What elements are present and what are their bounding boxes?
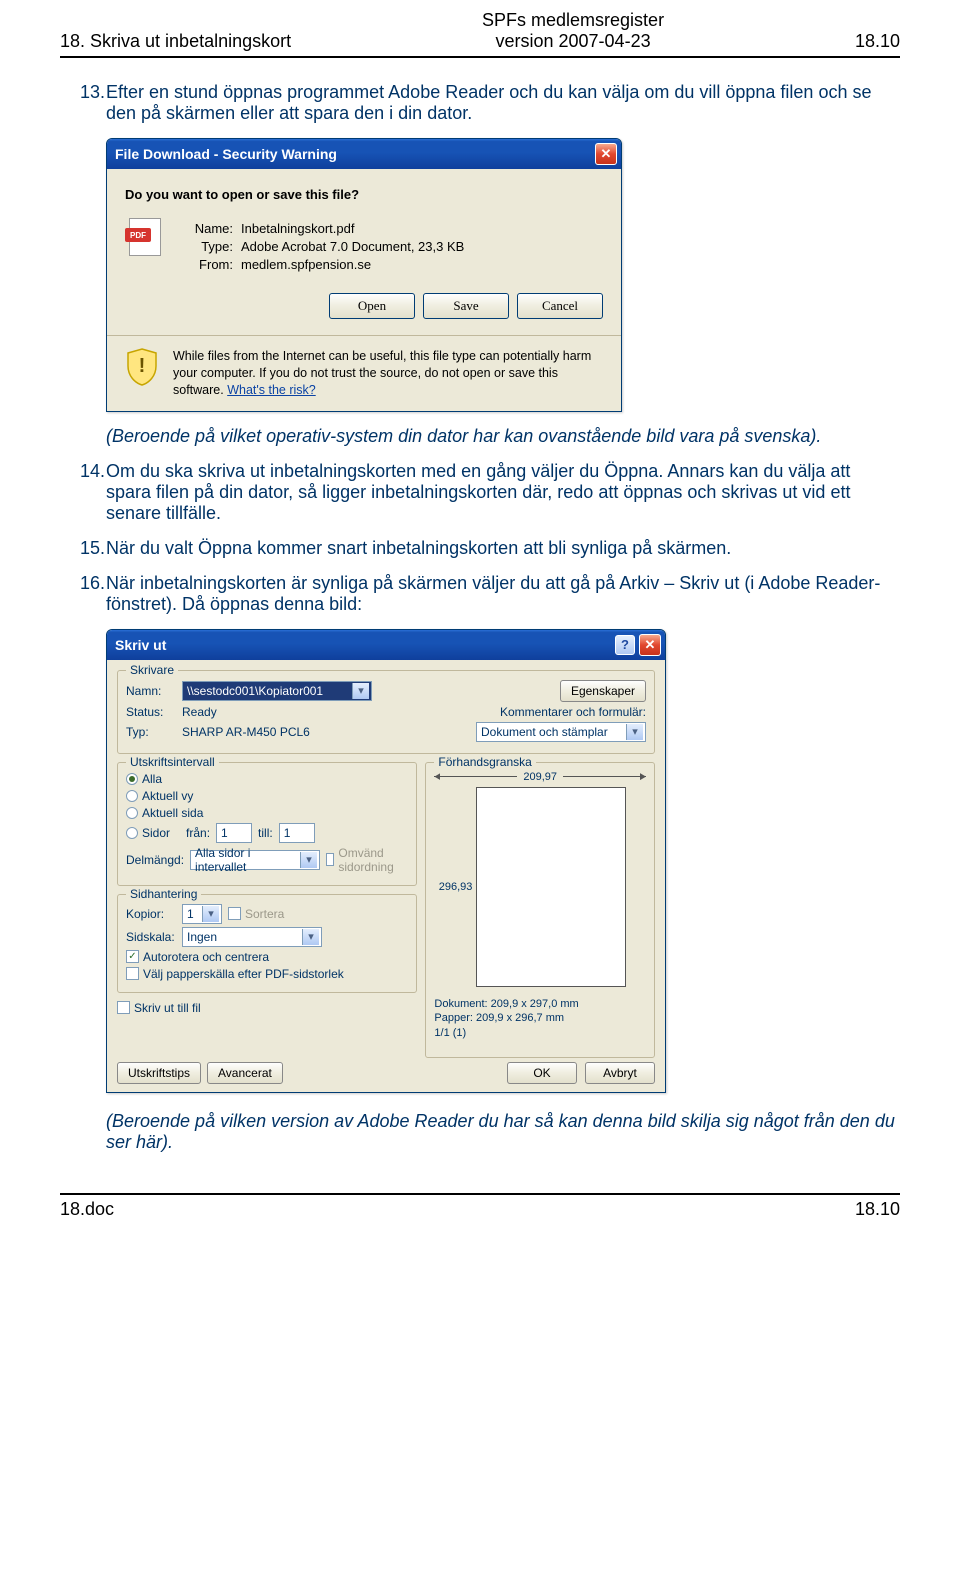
header-center-line1: SPFs medlemsregister [291, 10, 855, 31]
header-center-line2: version 2007-04-23 [291, 31, 855, 52]
to-field[interactable]: 1 [279, 823, 315, 843]
name-value: Inbetalningskort.pdf [241, 221, 354, 236]
item-13: 13. Efter en stund öppnas programmet Ado… [80, 82, 900, 124]
preview-height: 296,93 [434, 881, 472, 893]
dialog-question: Do you want to open or save this file? [125, 187, 603, 202]
page-indicator: 1/1 (1) [434, 1026, 578, 1041]
subset-select[interactable]: Alla sidor i intervallet [190, 850, 320, 870]
print-to-file-checkbox[interactable]: Skriv ut till fil [117, 1001, 201, 1015]
whats-the-risk-link[interactable]: What's the risk? [227, 383, 316, 397]
radio-current-view[interactable]: Aktuell vy [126, 789, 193, 803]
range-group: Utskriftsintervall Alla Aktuell vy Aktue… [117, 762, 417, 886]
scale-select[interactable]: Ingen [182, 927, 322, 947]
dialog-titlebar[interactable]: File Download - Security Warning ✕ [107, 139, 621, 169]
name-label: Name: [177, 221, 233, 236]
printer-status-value: Ready [182, 705, 217, 719]
print-dialog-titlebar[interactable]: Skriv ut ? ✕ [107, 630, 665, 660]
printer-type-value: SHARP AR-M450 PCL6 [182, 725, 310, 739]
type-label: Type: [177, 239, 233, 254]
footer-left: 18.doc [60, 1199, 114, 1220]
printer-group: Skrivare Namn: \\sestodc001\Kopiator001 … [117, 670, 655, 754]
reverse-checkbox[interactable]: Omvänd sidordning [326, 846, 398, 874]
radio-all[interactable]: Alla [126, 772, 162, 786]
preview-group: Förhandsgranska 209,97 296,93 [425, 762, 655, 1059]
os-note: (Beroende på vilket operativ-system din … [106, 426, 900, 447]
comments-select[interactable]: Dokument och stämplar [476, 722, 646, 742]
version-note: (Beroende på vilken version av Adobe Rea… [106, 1111, 900, 1153]
printer-type-label: Typ: [126, 725, 176, 739]
comments-label: Kommentarer och formulär: [500, 705, 646, 719]
doc-header: 18. Skriva ut inbetalningskort SPFs medl… [60, 10, 900, 58]
svg-text:!: ! [139, 355, 146, 377]
cancel-button[interactable]: Cancel [517, 293, 603, 319]
from-label: From: [177, 257, 233, 272]
ok-button[interactable]: OK [507, 1062, 577, 1084]
warning-text: While files from the Internet can be use… [173, 348, 603, 399]
shield-icon: ! [125, 348, 159, 386]
advanced-button[interactable]: Avancerat [207, 1062, 283, 1084]
from-field[interactable]: 1 [216, 823, 252, 843]
save-button[interactable]: Save [423, 293, 509, 319]
print-tips-button[interactable]: Utskriftstips [117, 1062, 201, 1084]
type-value: Adobe Acrobat 7.0 Document, 23,3 KB [241, 239, 464, 254]
autorotate-checkbox[interactable]: ✓Autorotera och centrera [126, 950, 269, 964]
properties-button[interactable]: Egenskaper [560, 680, 646, 702]
file-download-dialog: File Download - Security Warning ✕ Do yo… [106, 138, 622, 412]
header-right: 18.10 [855, 31, 900, 52]
printer-name-label: Namn: [126, 684, 176, 698]
print-dialog-title: Skriv ut [115, 637, 615, 653]
print-dialog: Skriv ut ? ✕ Skrivare Namn: \\sestodc001… [106, 629, 666, 1094]
item-15: 15. När du valt Öppna kommer snart inbet… [80, 538, 900, 559]
item-14: 14. Om du ska skriva ut inbetalningskort… [80, 461, 900, 524]
help-icon[interactable]: ? [615, 635, 635, 655]
footer-right: 18.10 [855, 1199, 900, 1220]
item-16: 16. När inbetalningskorten är synliga på… [80, 573, 900, 615]
dialog-title: File Download - Security Warning [115, 146, 595, 162]
header-center: SPFs medlemsregister version 2007-04-23 [291, 10, 855, 52]
preview-sheet [476, 787, 626, 987]
paper-source-checkbox[interactable]: Välj papperskälla efter PDF-sidstorlek [126, 967, 344, 981]
radio-pages[interactable]: Sidor [126, 826, 170, 840]
handling-group: Sidhantering Kopior: 1 Sortera Sidskala:… [117, 894, 417, 993]
close-icon[interactable]: ✕ [595, 143, 617, 165]
printer-name-select[interactable]: \\sestodc001\Kopiator001 [182, 681, 372, 701]
from-value: medlem.spfpension.se [241, 257, 371, 272]
close-icon[interactable]: ✕ [639, 634, 661, 656]
radio-current-page[interactable]: Aktuell sida [126, 806, 203, 820]
printer-status-label: Status: [126, 705, 176, 719]
header-left: 18. Skriva ut inbetalningskort [60, 31, 291, 52]
pdf-icon: PDF [125, 218, 161, 258]
collate-checkbox[interactable]: Sortera [228, 907, 284, 921]
copies-select[interactable]: 1 [182, 904, 222, 924]
preview-width: 209,97 [517, 771, 563, 783]
doc-footer: 18.doc 18.10 [60, 1193, 900, 1220]
cancel-button[interactable]: Avbryt [585, 1062, 655, 1084]
open-button[interactable]: Open [329, 293, 415, 319]
